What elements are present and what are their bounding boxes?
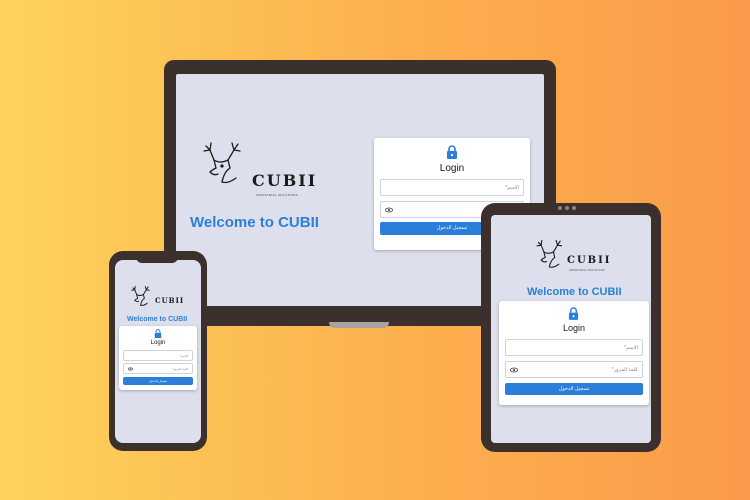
- lock-icon: [447, 145, 457, 159]
- brand-tagline: INDUSTRIAL SOLUTIONS: [256, 193, 298, 197]
- login-title: Login: [150, 340, 166, 346]
- phone-notch: [136, 257, 178, 263]
- lock-icon: [568, 307, 579, 320]
- tablet-camera: [565, 206, 569, 210]
- welcome-heading: Welcome to CUBII: [190, 214, 319, 231]
- brand-name: CUBII: [155, 296, 185, 305]
- login-card: Login الاسم* كلمة المرور* تسجيل الدخول: [499, 301, 649, 405]
- laptop-trackpad-notch: [329, 322, 389, 328]
- login-button[interactable]: تسجيل الدخول: [505, 383, 643, 395]
- phone-screen: CUBII Welcome to CUBII Login الاسم* كلمة…: [115, 260, 201, 443]
- login-title: Login: [439, 163, 465, 174]
- eye-icon[interactable]: [510, 367, 518, 372]
- welcome-heading: Welcome to CUBII: [527, 286, 622, 298]
- username-input[interactable]: الاسم*: [505, 339, 643, 356]
- login-card: Login الاسم* كلمة المرور* تسجيل الدخول: [119, 326, 197, 390]
- deer-logo-icon: [131, 285, 150, 306]
- password-placeholder: كلمة المرور*: [611, 366, 638, 373]
- brand-name: CUBII: [567, 255, 612, 266]
- eye-icon[interactable]: [385, 207, 393, 212]
- tablet-sensor: [572, 206, 576, 210]
- eye-icon[interactable]: [128, 367, 133, 370]
- lock-icon: [154, 329, 162, 338]
- tablet-device: CUBII INDUSTRIAL SOLUTIONS Welcome to CU…: [481, 203, 661, 452]
- brand-tagline: INDUSTRIAL SOLUTIONS: [569, 269, 605, 272]
- username-input[interactable]: الاسم*: [123, 350, 193, 361]
- deer-logo-icon: [203, 142, 241, 184]
- username-placeholder: الاسم*: [179, 353, 188, 358]
- login-button[interactable]: تسجيل الدخول: [123, 377, 193, 385]
- brand-name: CUBII: [252, 171, 318, 190]
- password-input[interactable]: كلمة المرور*: [123, 363, 193, 374]
- deer-logo-icon: [536, 239, 563, 268]
- username-placeholder: الاسم*: [624, 344, 638, 351]
- welcome-heading: Welcome to CUBII: [127, 316, 188, 323]
- tablet-sensor: [558, 206, 562, 210]
- username-placeholder: الاسم*: [505, 184, 519, 191]
- password-placeholder: كلمة المرور*: [172, 366, 188, 371]
- login-title: Login: [562, 323, 586, 333]
- password-input[interactable]: كلمة المرور*: [505, 361, 643, 378]
- username-input[interactable]: الاسم*: [380, 179, 524, 196]
- tablet-screen: CUBII INDUSTRIAL SOLUTIONS Welcome to CU…: [491, 215, 651, 443]
- phone-device: CUBII Welcome to CUBII Login الاسم* كلمة…: [109, 251, 207, 451]
